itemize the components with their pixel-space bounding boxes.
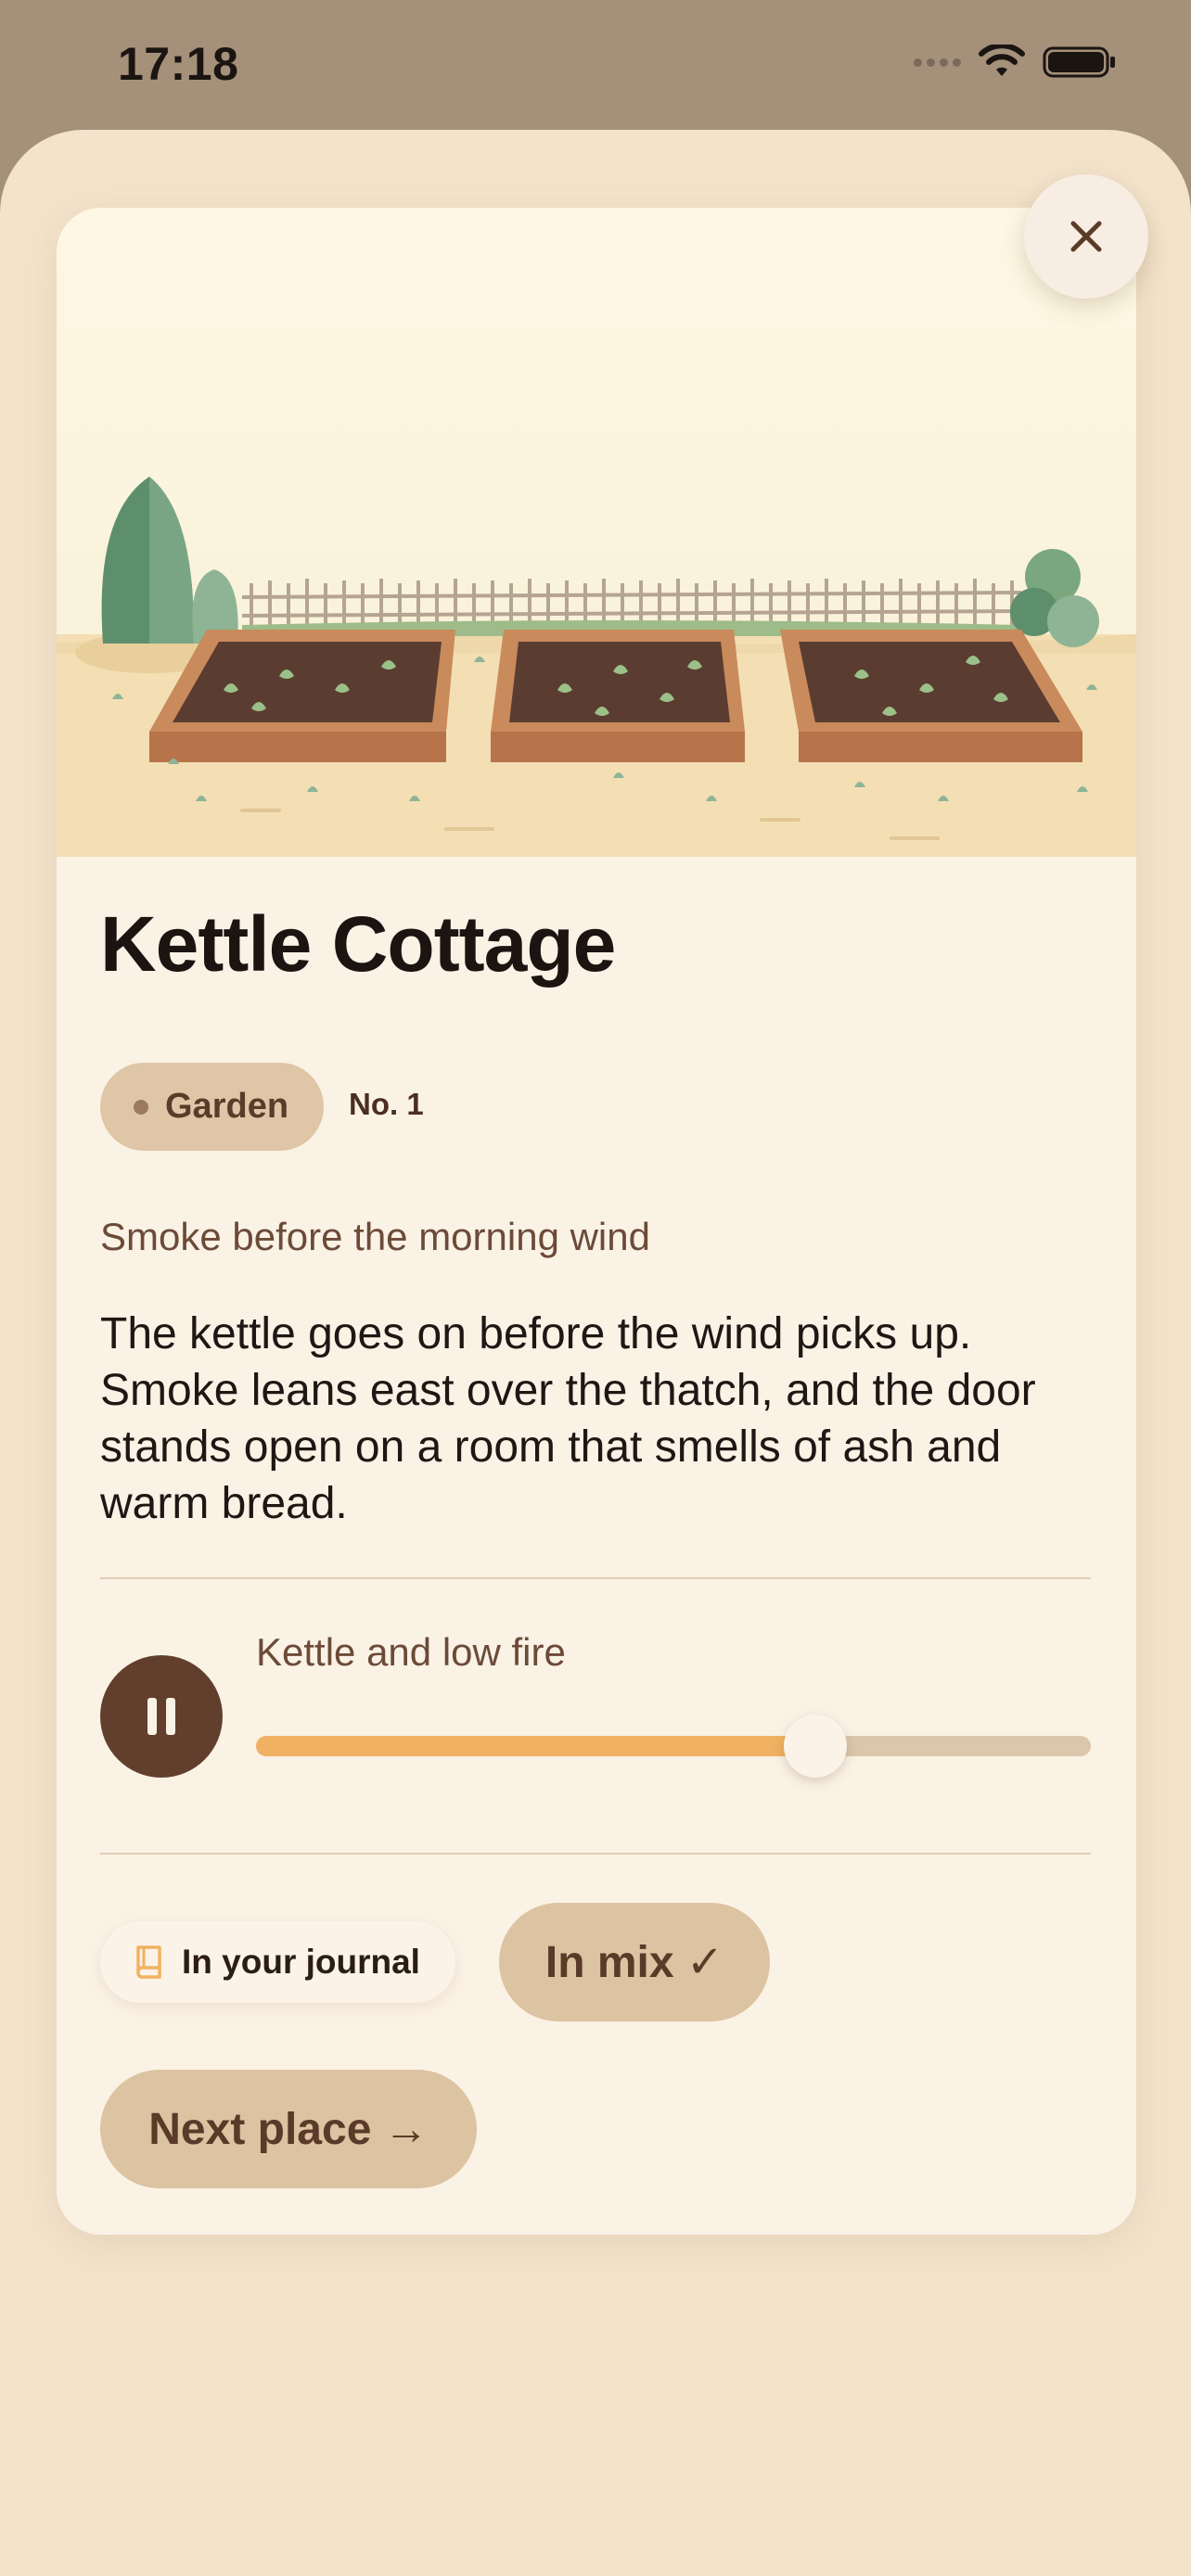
pause-icon: [147, 1698, 175, 1735]
status-time: 17:18: [118, 38, 239, 90]
place-title: Kettle Cottage: [100, 900, 616, 988]
hero-illustration: [57, 208, 1136, 857]
status-icons: [914, 45, 1117, 80]
pause-button[interactable]: [100, 1655, 223, 1778]
track-title: Kettle and low fire: [256, 1630, 566, 1674]
place-description: The kettle goes on before the wind picks…: [100, 1309, 1036, 1528]
next-place-button[interactable]: Next place →: [100, 2070, 477, 2188]
signal-icon: [914, 57, 961, 67]
category-dot-icon: [134, 1099, 148, 1115]
place-subtitle: Smoke before the morning wind: [100, 1215, 650, 1258]
category-label: Garden: [165, 1087, 289, 1126]
progress-thumb[interactable]: [784, 1715, 847, 1778]
in-mix-button[interactable]: In mix ✓: [499, 1903, 770, 2021]
close-icon: [1070, 221, 1102, 252]
battery-icon: [1043, 46, 1115, 78]
journal-chip[interactable]: In your journal: [100, 1921, 455, 2003]
divider: [100, 1853, 1091, 1855]
book-icon: [136, 1945, 161, 1979]
wifi-icon: [979, 45, 1025, 76]
divider: [100, 1577, 1091, 1579]
progress-slider[interactable]: [256, 1715, 1091, 1778]
journal-label: In your journal: [182, 1943, 420, 1981]
place-number: No. 1: [349, 1087, 424, 1121]
category-badge: Garden: [100, 1063, 325, 1151]
status-bar: 17:18: [0, 0, 1191, 139]
close-button[interactable]: [1024, 174, 1148, 299]
progress-fill: [256, 1736, 815, 1756]
